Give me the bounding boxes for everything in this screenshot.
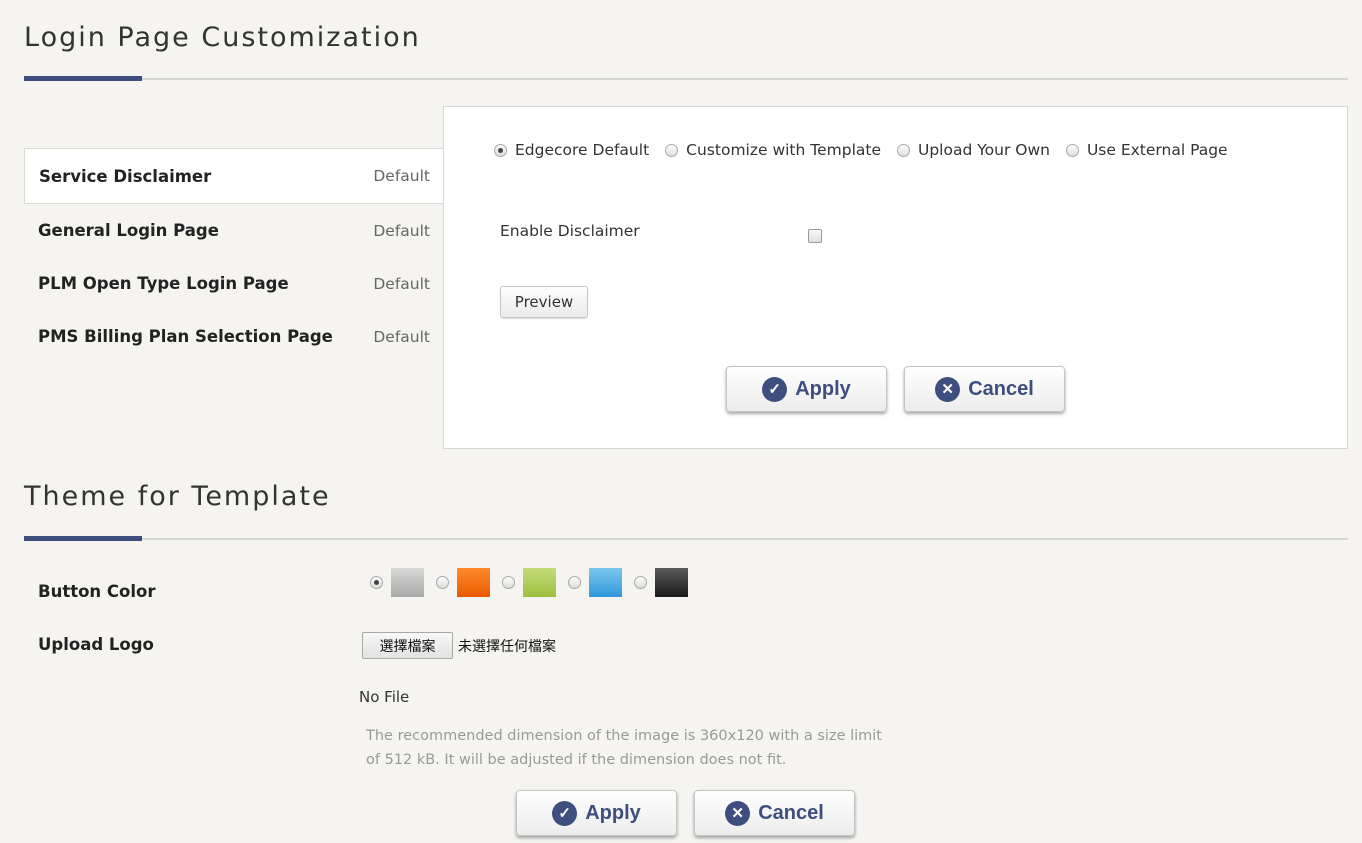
button-color-options — [370, 568, 700, 597]
cancel-label: Cancel — [758, 801, 824, 824]
x-circle-icon: ✕ — [935, 376, 961, 402]
theme-title-divider — [24, 536, 1348, 541]
page-title: Login Page Customization — [24, 22, 421, 53]
menu-item-pms-billing-plan-selection-page[interactable]: PMS Billing Plan Selection Page Default — [24, 310, 444, 363]
menu-item-label: PMS Billing Plan Selection Page — [38, 327, 333, 346]
black-swatch[interactable] — [655, 568, 688, 597]
apply-button[interactable]: ✓ Apply — [726, 366, 887, 412]
radio-button[interactable] — [502, 576, 515, 589]
option-upload-your-own[interactable]: Upload Your Own — [896, 141, 1050, 159]
title-accent-bar — [24, 536, 142, 541]
theme-cancel-button[interactable]: ✕ Cancel — [694, 790, 855, 836]
menu-item-status: Default — [373, 327, 430, 346]
radio-button[interactable] — [1065, 143, 1079, 157]
radio-button[interactable] — [436, 576, 449, 589]
menu-item-general-login-page[interactable]: General Login Page Default — [24, 204, 444, 257]
upload-hint: The recommended dimension of the image i… — [366, 728, 882, 768]
x-circle-icon: ✕ — [725, 800, 751, 826]
theme-apply-button[interactable]: ✓ Apply — [516, 790, 677, 836]
theme-section-title: Theme for Template — [24, 481, 331, 512]
upload-logo-label: Upload Logo — [38, 635, 154, 654]
green-swatch[interactable] — [523, 568, 556, 597]
apply-label: Apply — [795, 377, 851, 400]
option-label: Upload Your Own — [917, 141, 1050, 159]
menu-item-label: PLM Open Type Login Page — [38, 274, 289, 293]
current-logo-status: No File — [359, 688, 410, 706]
color-option-blue[interactable] — [568, 568, 622, 597]
cancel-label: Cancel — [968, 377, 1034, 400]
option-customize-with-template[interactable]: Customize with Template — [665, 141, 881, 159]
menu-item-status: Default — [373, 167, 430, 185]
menu-item-status: Default — [373, 221, 430, 240]
color-option-gray[interactable] — [370, 568, 424, 597]
file-chosen-status: 未選擇任何檔案 — [458, 639, 556, 655]
color-option-orange[interactable] — [436, 568, 490, 597]
settings-panel: Edgecore Default Customize with Template… — [443, 106, 1348, 449]
radio-button[interactable] — [665, 143, 679, 157]
radio-button[interactable] — [568, 576, 581, 589]
page-type-radio-group: Edgecore Default Customize with Template… — [494, 141, 1244, 159]
color-option-green[interactable] — [502, 568, 556, 597]
preview-button[interactable]: Preview — [500, 286, 588, 318]
option-label: Use External Page — [1086, 141, 1228, 159]
radio-button[interactable] — [896, 143, 910, 157]
radio-button[interactable] — [634, 576, 647, 589]
menu-item-label: General Login Page — [38, 221, 219, 240]
title-divider — [24, 76, 1348, 81]
apply-label: Apply — [585, 801, 641, 824]
option-label: Customize with Template — [686, 141, 881, 159]
login-page-menu: Service Disclaimer Default General Login… — [24, 148, 444, 363]
blue-swatch[interactable] — [589, 568, 622, 597]
enable-disclaimer-label: Enable Disclaimer — [500, 222, 640, 240]
option-use-external-page[interactable]: Use External Page — [1065, 141, 1228, 159]
cancel-button[interactable]: ✕ Cancel — [904, 366, 1065, 412]
menu-item-label: Service Disclaimer — [39, 166, 212, 186]
gray-swatch[interactable] — [391, 568, 424, 597]
button-color-label: Button Color — [38, 582, 156, 601]
orange-swatch[interactable] — [457, 568, 490, 597]
choose-file-button[interactable]: 選擇檔案 — [362, 632, 453, 659]
menu-item-plm-open-type-login-page[interactable]: PLM Open Type Login Page Default — [24, 257, 444, 310]
menu-item-service-disclaimer[interactable]: Service Disclaimer Default — [24, 148, 444, 204]
title-accent-bar — [24, 76, 142, 81]
color-option-black[interactable] — [634, 568, 688, 597]
option-label: Edgecore Default — [515, 141, 650, 159]
check-circle-icon: ✓ — [762, 376, 788, 402]
radio-button[interactable] — [494, 143, 507, 157]
radio-button[interactable] — [370, 576, 383, 589]
enable-disclaimer-checkbox[interactable] — [808, 229, 822, 243]
option-edgecore-default[interactable]: Edgecore Default — [494, 141, 649, 159]
menu-item-status: Default — [373, 274, 430, 293]
check-circle-icon: ✓ — [552, 800, 578, 826]
